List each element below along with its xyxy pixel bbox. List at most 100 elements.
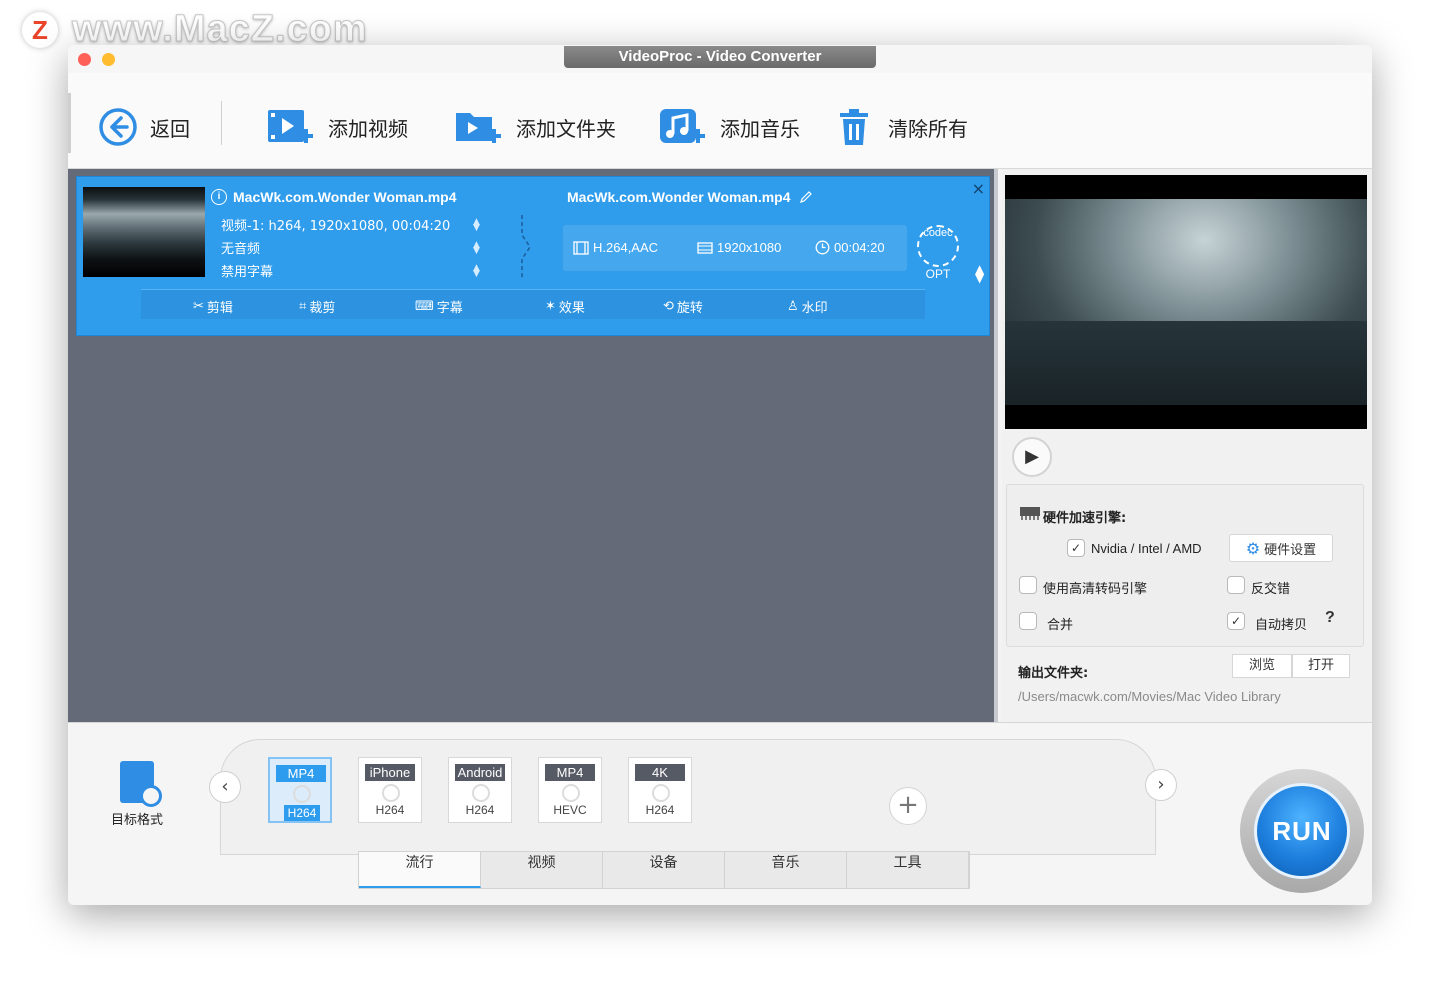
hw-accel-checkbox[interactable]: ✓ xyxy=(1067,539,1085,557)
merge-checkbox[interactable] xyxy=(1019,612,1037,630)
format-tile[interactable]: Android H264 xyxy=(448,757,512,823)
open-folder-button[interactable]: 打开 xyxy=(1292,654,1350,678)
audio-track-select[interactable]: 无音频 xyxy=(221,238,260,257)
format-tile[interactable]: MP4 HEVC xyxy=(538,757,602,823)
rotate-tool-button[interactable]: ⟲ 旋转 xyxy=(663,297,703,316)
edit-tool-button[interactable]: ✂ 剪辑 xyxy=(193,297,233,316)
toolbar-separator xyxy=(221,101,222,145)
back-button[interactable]: 返回 xyxy=(98,105,190,149)
add-video-button[interactable]: 添加视频 xyxy=(266,105,408,149)
target-format-button[interactable]: 目标格式 xyxy=(108,761,166,828)
remove-item-close-icon[interactable]: × xyxy=(972,179,985,198)
category-tabs: 流行 视频 设备 音乐 工具 xyxy=(358,851,970,889)
deinterlace-checkbox[interactable] xyxy=(1227,576,1245,594)
source-file-name: MacWk.com.Wonder Woman.mp4 xyxy=(233,189,457,205)
carousel-prev-chevron-icon[interactable]: ‹ xyxy=(209,771,241,803)
watermark-tool-button[interactable]: ♙ 水印 xyxy=(787,297,828,316)
carousel-next-chevron-icon[interactable]: › xyxy=(1145,769,1177,801)
browse-button[interactable]: 浏览 xyxy=(1232,654,1292,678)
rename-pencil-icon[interactable] xyxy=(799,190,813,204)
stamp-icon: ♙ xyxy=(787,299,799,314)
crop-tool-button[interactable]: ⌗ 裁剪 xyxy=(299,297,335,316)
video-thumbnail[interactable] xyxy=(83,187,205,277)
add-video-label: 添加视频 xyxy=(328,116,408,141)
subtitle-tool-label: 字幕 xyxy=(436,301,463,316)
trash-icon xyxy=(840,109,868,145)
close-window-button[interactable] xyxy=(78,53,91,66)
add-format-plus-icon[interactable]: + xyxy=(889,787,927,825)
crop-tool-label: 裁剪 xyxy=(309,301,336,316)
subtitle-track-arrows-icon[interactable]: ▲ ▼ xyxy=(473,264,480,279)
help-question-icon[interactable]: ? xyxy=(1325,609,1335,627)
category-tab[interactable]: 流行 xyxy=(359,852,481,888)
clear-all-label: 清除所有 xyxy=(888,116,968,141)
source-name-row: i MacWk.com.Wonder Woman.mp4 xyxy=(211,189,457,205)
hw-accel-title: 硬件加速引擎: xyxy=(1043,511,1127,526)
resolution-icon xyxy=(697,241,713,254)
add-folder-icon xyxy=(456,113,501,143)
codec-info-text: H.264,AAC xyxy=(593,240,659,255)
effect-tool-button[interactable]: ✶ 效果 xyxy=(545,297,585,316)
category-tab[interactable]: 音乐 xyxy=(725,852,847,888)
add-music-icon xyxy=(660,109,705,143)
hq-engine-label: 使用高清转码引擎 xyxy=(1043,582,1148,597)
bottom-bar: 目标格式 + ‹ › MP4 H264 iPhone H264 Android H264 M… xyxy=(68,722,1372,905)
card-reorder-arrows-icon[interactable]: ▲ ▼ xyxy=(975,263,984,284)
play-icon: ▶ xyxy=(1025,446,1039,467)
hw-settings-button[interactable]: ⚙ 硬件设置 xyxy=(1229,534,1333,562)
category-tab[interactable]: 工具 xyxy=(847,852,969,888)
audio-track-arrows-icon[interactable]: ▲ ▼ xyxy=(473,241,480,256)
output-file-name: MacWk.com.Wonder Woman.mp4 xyxy=(567,189,791,205)
rotate-icon: ⟲ xyxy=(663,299,674,314)
video-preview[interactable] xyxy=(1005,175,1367,429)
back-label: 返回 xyxy=(150,116,190,141)
run-button[interactable]: RUN xyxy=(1254,783,1350,879)
hw-settings-label: 硬件设置 xyxy=(1264,542,1317,558)
subtitle-tool-button[interactable]: ⌨ 字幕 xyxy=(415,297,463,316)
video-track-arrows-icon[interactable]: ▲ ▼ xyxy=(473,218,480,233)
format-codec-label: H264 xyxy=(375,803,405,817)
clear-all-button[interactable]: 清除所有 xyxy=(836,105,968,149)
keyboard-icon: ⌨ xyxy=(415,299,434,314)
codec-gear-icon: codec xyxy=(917,225,959,267)
category-tab[interactable]: 视频 xyxy=(481,852,603,888)
hw-vendor-label: Nvidia / Intel / AMD xyxy=(1091,541,1202,556)
output-path: /Users/macwk.com/Movies/Mac Video Librar… xyxy=(1018,689,1281,704)
output-folder-label: 输出文件夹: xyxy=(1018,666,1089,681)
format-tile[interactable]: MP4 H264 xyxy=(268,757,332,823)
target-format-icon xyxy=(120,761,162,807)
add-folder-label: 添加文件夹 xyxy=(516,116,616,141)
format-codec-label: H264 xyxy=(645,803,675,817)
video-track-select[interactable]: 视频-1: h264, 1920x1080, 00:04:20 xyxy=(221,215,450,234)
gear-icon: ⚙ xyxy=(1245,538,1261,558)
format-tile[interactable]: iPhone H264 xyxy=(358,757,422,823)
minimize-window-button[interactable] xyxy=(102,53,115,66)
subtitle-track-select[interactable]: 禁用字幕 xyxy=(221,261,273,280)
scissors-icon: ✂ xyxy=(193,299,204,314)
opt-label: OPT xyxy=(925,267,951,281)
output-name-row[interactable]: MacWk.com.Wonder Woman.mp4 xyxy=(567,189,813,205)
codec-options-button[interactable]: codec OPT xyxy=(915,225,961,287)
watermark-logo: Z xyxy=(22,11,58,48)
play-button[interactable]: ▶ xyxy=(1012,437,1052,477)
hq-engine-checkbox[interactable] xyxy=(1019,576,1037,594)
window-title: VideoProc - Video Converter xyxy=(564,46,876,68)
target-format-label: 目标格式 xyxy=(110,813,163,828)
format-tile[interactable]: 4K H264 xyxy=(628,757,692,823)
add-folder-button[interactable]: 添加文件夹 xyxy=(454,105,616,149)
film-reel-icon xyxy=(382,784,400,802)
info-icon[interactable]: i xyxy=(211,189,227,205)
effect-tool-label: 效果 xyxy=(558,301,585,316)
magic-wand-icon: ✶ xyxy=(545,299,556,314)
add-music-button[interactable]: 添加音乐 xyxy=(658,105,800,149)
resolution-text: 1920x1080 xyxy=(717,240,782,255)
duration-text: 00:04:20 xyxy=(834,240,885,255)
settings-panel: 硬件加速引擎: ✓ Nvidia / Intel / AMD ⚙ 硬件设置 使用… xyxy=(1006,484,1364,647)
convert-arrow-icon xyxy=(521,215,531,279)
auto-copy-check-icon: ✓ xyxy=(1230,614,1242,628)
format-container-label: iPhone xyxy=(365,764,415,781)
codec-info: H.264,AAC xyxy=(573,240,658,255)
category-tab[interactable]: 设备 xyxy=(603,852,725,888)
auto-copy-checkbox[interactable]: ✓ xyxy=(1227,612,1245,630)
video-item-card[interactable]: i MacWk.com.Wonder Woman.mp4 视频-1: h264,… xyxy=(76,176,990,336)
